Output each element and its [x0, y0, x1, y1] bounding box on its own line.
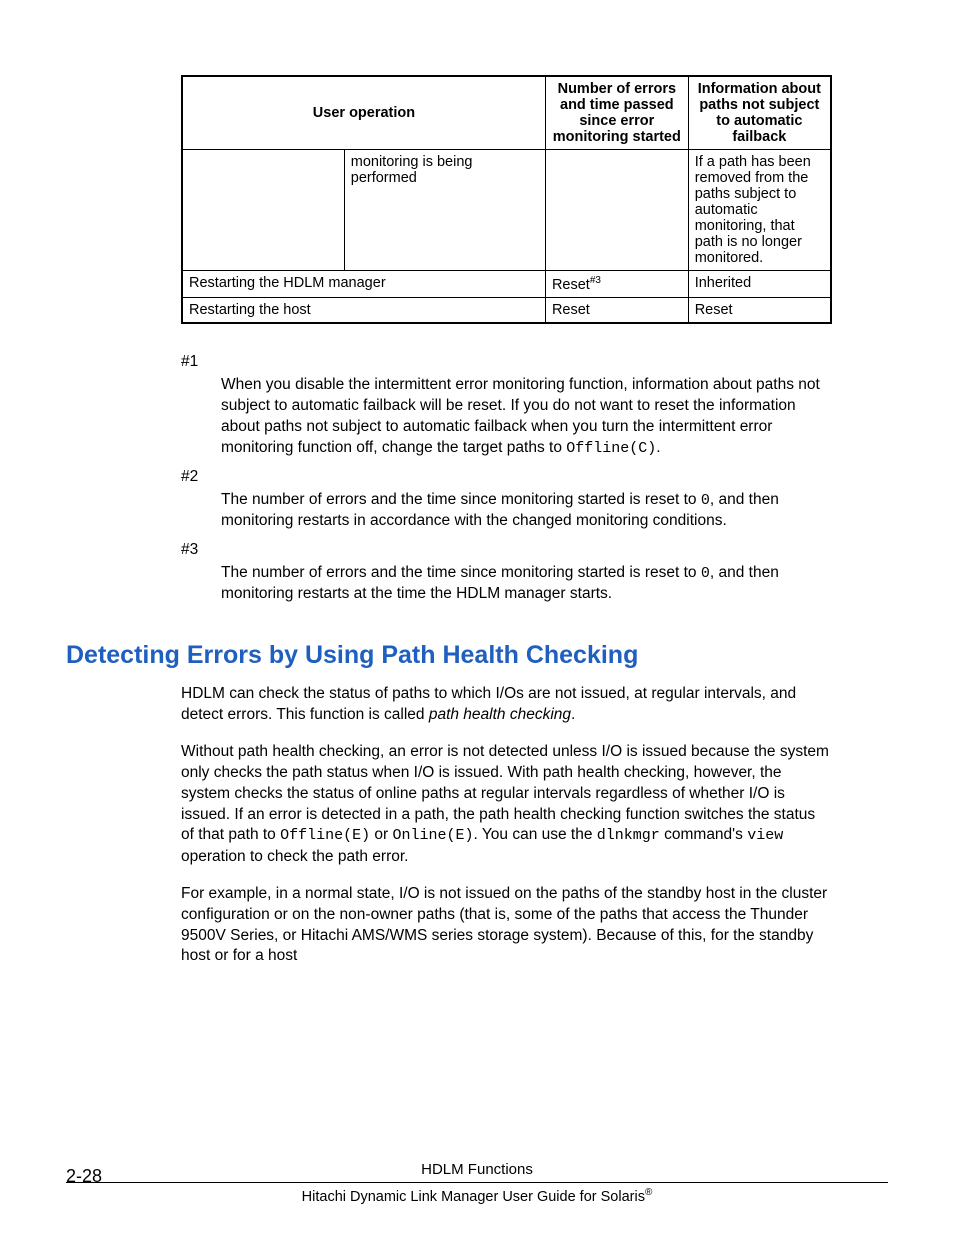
- cell-errors: Reset: [545, 297, 688, 323]
- cell-failback: Inherited: [688, 271, 831, 298]
- cell-user-op: Restarting the host: [182, 297, 545, 323]
- paragraph: Without path health checking, an error i…: [181, 742, 832, 868]
- th-failback: Information about paths not subject to a…: [688, 76, 831, 150]
- note-label-3: #3: [181, 540, 832, 561]
- cell-user-op: Restarting the HDLM manager: [182, 271, 545, 298]
- footer-rule: [66, 1182, 888, 1183]
- page-footer: HDLM Functions Hitachi Dynamic Link Mana…: [66, 1161, 888, 1205]
- th-errors: Number of errors and time passed since e…: [545, 76, 688, 150]
- note-label-1: #1: [181, 352, 832, 373]
- table-row: Restarting the host Reset Reset: [182, 297, 831, 323]
- cell-errors: [545, 150, 688, 271]
- note-body-3: The number of errors and the time since …: [221, 563, 832, 605]
- paragraph: HDLM can check the status of paths to wh…: [181, 684, 832, 726]
- cell-errors: Reset#3: [545, 271, 688, 298]
- th-user-operation: User operation: [182, 76, 545, 150]
- footer-chapter: HDLM Functions: [66, 1161, 888, 1178]
- note-body-2: The number of errors and the time since …: [221, 490, 832, 532]
- table-row: monitoring is being performed If a path …: [182, 150, 831, 271]
- footer-doc-title: Hitachi Dynamic Link Manager User Guide …: [66, 1187, 888, 1205]
- cell-failback: Reset: [688, 297, 831, 323]
- section-heading: Detecting Errors by Using Path Health Ch…: [66, 641, 888, 670]
- note-label-2: #2: [181, 467, 832, 488]
- cell-sub-op: monitoring is being performed: [344, 150, 545, 271]
- note-body-1: When you disable the intermittent error …: [221, 375, 832, 459]
- section-body: HDLM can check the status of paths to wh…: [181, 684, 832, 967]
- paragraph: For example, in a normal state, I/O is n…: [181, 884, 832, 968]
- cell-failback: If a path has been removed from the path…: [688, 150, 831, 271]
- footnotes: #1 When you disable the intermittent err…: [181, 352, 832, 605]
- table-row: Restarting the HDLM manager Reset#3 Inhe…: [182, 271, 831, 298]
- table-wrap: User operation Number of errors and time…: [181, 75, 832, 324]
- operations-table: User operation Number of errors and time…: [181, 75, 832, 324]
